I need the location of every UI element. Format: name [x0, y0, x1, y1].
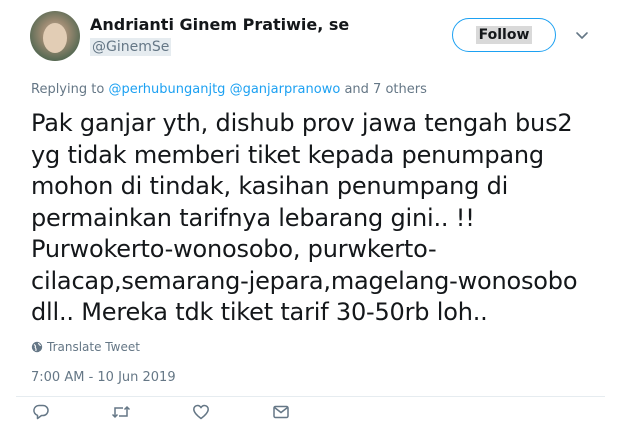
reply-prefix: Replying to [31, 82, 105, 97]
author-handle[interactable]: @GinemSe [90, 38, 172, 56]
reply-icon[interactable] [31, 402, 51, 422]
chevron-down-icon[interactable] [574, 27, 590, 43]
mention-link[interactable]: @perhubunganjtg [108, 82, 225, 97]
heart-icon[interactable] [191, 402, 211, 422]
tweet-timestamp[interactable]: 7:00 AM - 10 Jun 2019 [31, 370, 176, 385]
retweet-icon[interactable] [111, 402, 131, 422]
avatar-face [43, 23, 67, 53]
translate-label: Translate Tweet [47, 340, 140, 354]
envelope-icon[interactable] [271, 402, 291, 422]
reply-others[interactable]: and 7 others [344, 82, 426, 97]
divider [16, 396, 605, 397]
tweet-text: Pak ganjar yth, dishub prov jawa tengah … [31, 109, 578, 326]
translate-tweet-link[interactable]: Translate Tweet [31, 340, 140, 354]
globe-icon [31, 341, 43, 353]
author-name[interactable]: Andrianti Ginem Pratiwie, se [90, 15, 349, 34]
avatar[interactable] [30, 11, 80, 61]
follow-button-label: Follow [475, 26, 533, 44]
mention-link[interactable]: @ganjarpranowo [230, 82, 341, 97]
follow-button[interactable]: Follow [452, 18, 556, 52]
reply-context: Replying to @perhubunganjtg @ganjarprano… [31, 82, 427, 97]
